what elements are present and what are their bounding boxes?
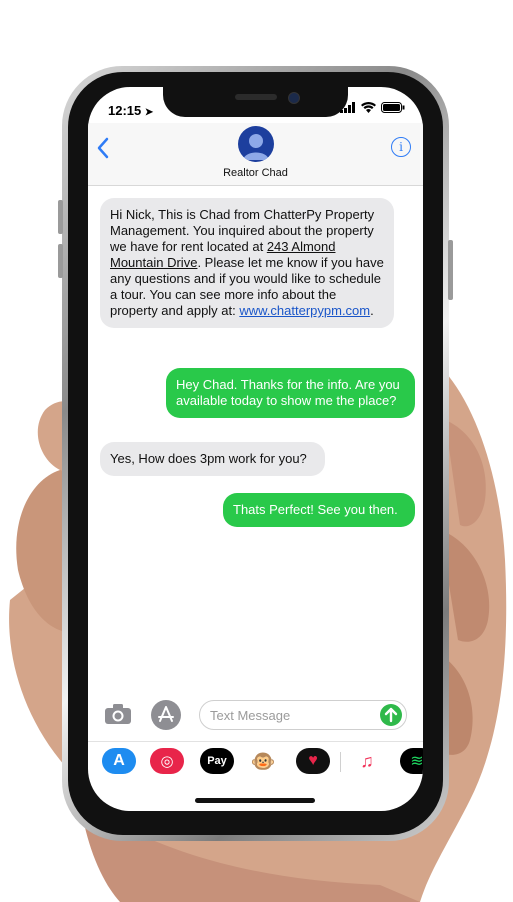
app-store-icon[interactable]: A — [102, 748, 136, 774]
status-time: 12:15 ➤ — [108, 103, 154, 118]
sent-message: Hey Chad. Thanks for the info. Are you a… — [166, 368, 415, 418]
signal-icon — [340, 102, 355, 113]
info-icon[interactable]: i — [391, 137, 411, 157]
contact-avatar[interactable] — [238, 126, 274, 162]
monkey-memoji-icon[interactable]: 🐵 — [246, 748, 280, 774]
phone-screen: 12:15 ➤ Realtor Chad i Hi Nick, This is … — [88, 87, 423, 811]
front-camera — [288, 92, 300, 104]
app-store-drawer-icon[interactable] — [150, 699, 182, 731]
spotify-icon[interactable]: ≋ — [400, 748, 423, 774]
status-icons — [340, 102, 405, 113]
message-input[interactable]: Text Message — [199, 700, 407, 730]
compose-bar: Text Message — [88, 695, 423, 737]
imessage-app-drawer: A ◎ Pay 🐵 ♥ ♫ ≋ — [88, 741, 423, 782]
send-button[interactable] — [380, 704, 402, 726]
volume-button — [58, 244, 63, 278]
wifi-icon — [361, 102, 376, 113]
digital-touch-icon[interactable]: ♥ — [296, 748, 330, 774]
search-images-icon[interactable]: ◎ — [150, 748, 184, 774]
drawer-divider — [340, 752, 341, 772]
camera-icon[interactable] — [104, 703, 132, 725]
battery-icon — [381, 102, 405, 113]
apple-pay-icon[interactable]: Pay — [200, 748, 234, 774]
power-button — [448, 240, 453, 300]
contact-name[interactable]: Realtor Chad — [88, 167, 423, 179]
conversation-header: Realtor Chad i — [88, 123, 423, 186]
home-indicator — [195, 798, 315, 803]
received-message: Yes, How does 3pm work for you? — [100, 442, 325, 476]
message-input-placeholder: Text Message — [210, 708, 291, 723]
music-icon[interactable]: ♫ — [350, 748, 384, 774]
back-chevron-icon[interactable] — [96, 136, 110, 160]
sent-message: Thats Perfect! See you then. — [223, 493, 415, 527]
volume-button — [58, 200, 63, 234]
notch — [163, 87, 348, 117]
received-message: Hi Nick, This is Chad from ChatterPy Pro… — [100, 198, 394, 328]
send-arrow-icon — [384, 707, 398, 723]
speaker — [235, 94, 277, 100]
website-link[interactable]: www.chatterpypm.com — [239, 303, 370, 318]
